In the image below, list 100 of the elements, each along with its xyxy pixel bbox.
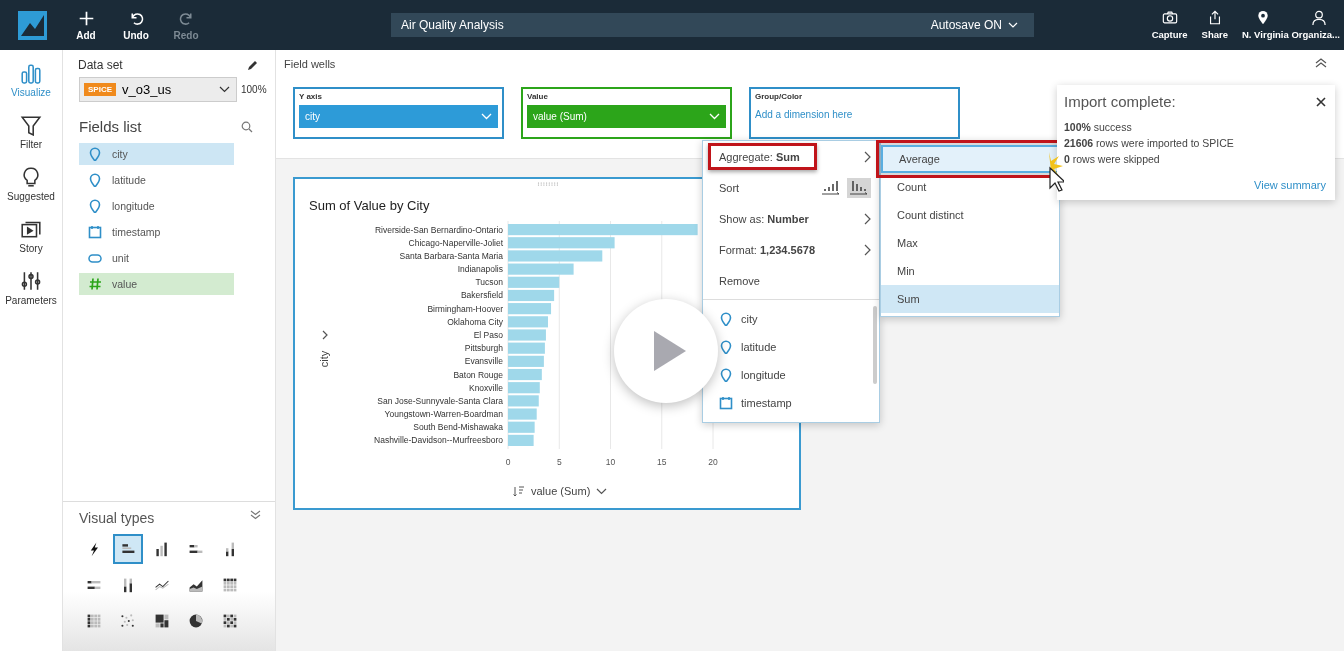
pencil-icon[interactable] (247, 59, 259, 71)
menu-item[interactable]: Max (881, 229, 1059, 257)
category-label: Santa Barbara-Santa Maria (399, 250, 503, 261)
bar (508, 395, 539, 407)
zoom-percent: 100% (241, 84, 267, 95)
autosave-toggle[interactable]: Autosave ON (924, 17, 1024, 33)
analysis-title: Air Quality Analysis (401, 18, 504, 32)
notification-title: Import complete: (1064, 93, 1176, 110)
location-pin-icon (88, 147, 102, 161)
menu-item[interactable]: Aggregate: Sum (708, 143, 817, 170)
chevron-down-icon (219, 86, 230, 93)
location-pin-icon (719, 340, 733, 354)
section-heading: Fields list (79, 118, 142, 135)
bar (508, 276, 560, 288)
toolbar-button[interactable]: Undo (111, 9, 161, 41)
chevron-icon[interactable] (322, 330, 328, 340)
menu-field-item[interactable]: city (719, 305, 758, 333)
nav-tab[interactable]: Visualize (11, 62, 51, 98)
location-pin-icon (719, 312, 733, 326)
chevron-icon[interactable] (596, 487, 608, 495)
category-label: Pittsburgh (464, 343, 503, 354)
toolbar-button[interactable]: Add (61, 9, 111, 41)
chevron-down-icon (1008, 22, 1018, 28)
toolbar-button[interactable]: Capture (1151, 10, 1188, 40)
horizontal-bar-chart-icon[interactable] (113, 534, 143, 564)
tag-icon (88, 251, 102, 265)
close-icon[interactable] (1316, 96, 1326, 107)
tick-label: 5 (556, 457, 562, 467)
calendar-icon (719, 396, 733, 410)
tick-label: 0 (505, 457, 511, 467)
analysis-title-bar[interactable]: Air Quality Analysis Autosave ON (391, 13, 1034, 37)
menu-item[interactable]: Show as: Number (708, 205, 826, 232)
dataset-dropdown[interactable]: SPICE v_o3_us (79, 77, 237, 102)
field-item[interactable]: timestamp (79, 221, 234, 243)
field-item[interactable]: latitude (79, 169, 234, 191)
menu-item[interactable]: Remove (703, 265, 879, 296)
field-item[interactable]: value (79, 273, 234, 295)
menu-item[interactable]: Format: 1,234.5678 (708, 236, 832, 263)
location-pin-icon (1255, 10, 1271, 25)
bar (508, 303, 552, 315)
well-label: Value (527, 92, 549, 101)
collapse-icon[interactable] (1315, 58, 1327, 68)
category-label: Evansville (464, 356, 503, 367)
category-label: Bakersfield (460, 290, 503, 301)
field-item[interactable]: longitude (79, 195, 234, 217)
category-label: South Bend-Mishawaka (413, 422, 503, 433)
tick-label: 15 (657, 457, 667, 467)
menu-label: Sort (719, 181, 740, 194)
menu-item[interactable]: Count (881, 173, 1059, 201)
category-label: Knoxville (468, 382, 503, 393)
category-label: Riverside-San Bernardino-Ontario (374, 224, 503, 235)
bar (508, 342, 545, 354)
notification-text: 100% success (1064, 120, 1133, 135)
section-heading: Data set (78, 58, 123, 72)
drag-handle-icon[interactable] (537, 182, 559, 186)
menu-field-item[interactable]: longitude (719, 361, 786, 389)
toolbar-button[interactable]: N. Virginia Organiza... (1242, 10, 1340, 40)
category-label: Nashville-Davidson--Murfreesboro (374, 435, 503, 446)
filter-icon (20, 114, 42, 136)
menu-field-item[interactable]: latitude (719, 333, 777, 361)
field-item[interactable]: city (79, 143, 234, 165)
category-label: Tucson (475, 277, 503, 288)
bar (508, 408, 537, 420)
menu-item[interactable]: Count distinct (881, 201, 1059, 229)
collapse-icon[interactable] (250, 510, 261, 520)
nav-tab[interactable]: Filter (19, 114, 43, 150)
search-icon[interactable] (241, 120, 253, 133)
field-item[interactable]: unit (79, 247, 234, 269)
category-label: San Jose-Sunnyvale-Santa Clara (377, 395, 503, 406)
view-summary-link[interactable]: View summary (1254, 179, 1326, 191)
chevron-right-icon (864, 243, 871, 256)
toolbar-button[interactable]: Share (1201, 10, 1228, 40)
notification-text: 0 rows were skipped (1064, 152, 1161, 167)
nav-tab[interactable]: Story (19, 218, 43, 254)
logo-icon[interactable] (18, 10, 47, 40)
scrollbar[interactable] (873, 306, 877, 384)
add-dimension-link[interactable]: Add a dimension here (755, 105, 954, 124)
lightbulb-icon (20, 166, 42, 188)
category-label: Oklahoma City (447, 316, 503, 327)
menu-item[interactable]: Min (881, 257, 1059, 285)
axis-title: value (Sum) (531, 485, 591, 497)
nav-tab[interactable]: Parameters (5, 270, 57, 306)
bar (508, 355, 544, 367)
menu-item[interactable]: Sum (881, 285, 1059, 313)
chart-title: Sum of Value by City (309, 198, 430, 213)
tick-label: 10 (605, 457, 616, 467)
chevron-right-icon (864, 212, 871, 225)
sort-descending-icon[interactable] (847, 177, 871, 198)
bar (508, 434, 534, 446)
nav-tab[interactable]: Suggested (7, 166, 55, 202)
spice-badge: SPICE (84, 83, 116, 96)
camera-icon (1161, 10, 1178, 25)
chevron-down-icon (709, 113, 720, 120)
play-icon (654, 331, 686, 371)
well-label: Y axis (299, 92, 323, 101)
bar (508, 329, 546, 341)
category-label: Youngstown-Warren-Boardman (384, 409, 503, 420)
menu-field-item[interactable]: timestamp (719, 389, 792, 417)
axis-title: city (318, 350, 330, 368)
category-label: Indianapolis (457, 264, 503, 275)
